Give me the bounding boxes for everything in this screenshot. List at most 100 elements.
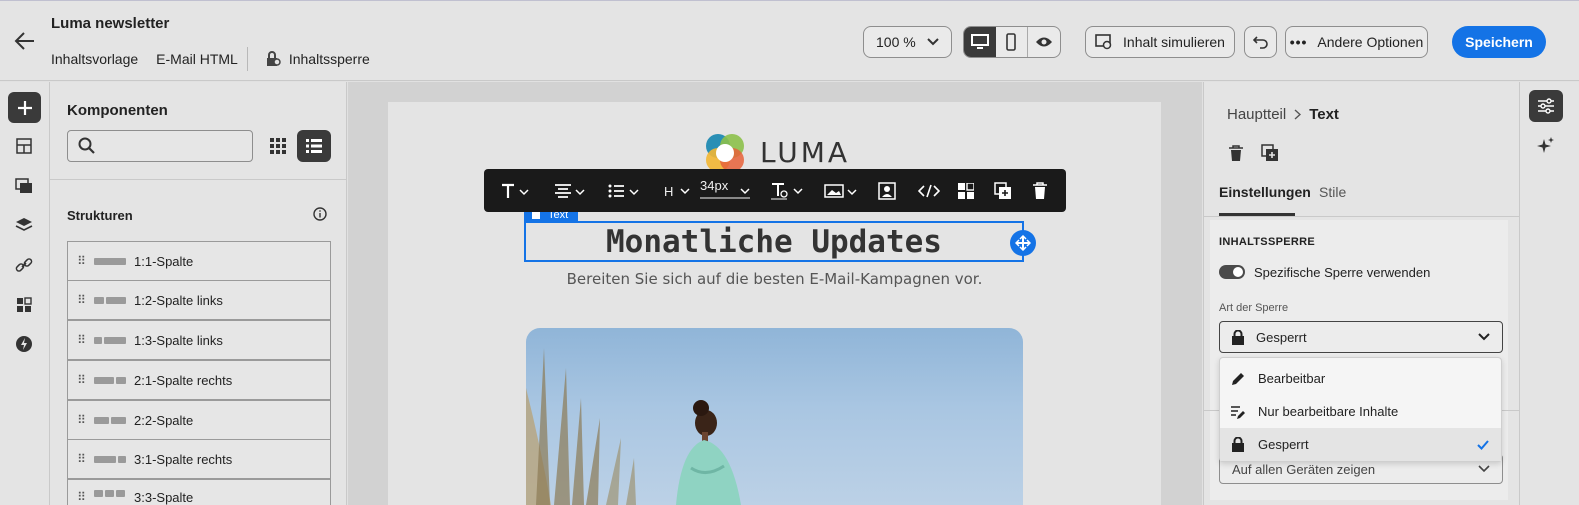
structure-label: 2:1-Spalte rechts [134, 372, 233, 388]
structure-item[interactable]: ⠿ 3:1-Spalte rechts [67, 439, 331, 479]
toggle-knob [1233, 267, 1243, 277]
duplicate-icon[interactable] [994, 179, 1012, 203]
top-header: Luma newsletter Inhaltsvorlage E-Mail HT… [0, 0, 1579, 81]
structures-title: Strukturen [67, 208, 133, 223]
simulate-icon [1095, 34, 1113, 50]
mobile-icon[interactable] [996, 27, 1028, 57]
breadcrumb-email-html[interactable]: E-Mail HTML [156, 51, 238, 67]
selected-text-block[interactable]: Monatliche Updates [524, 221, 1024, 262]
structure-item[interactable]: ⠿ 1:2-Spalte links [67, 280, 331, 320]
duplicate-icon[interactable] [1261, 144, 1279, 162]
add-icon[interactable] [8, 92, 41, 123]
structure-item[interactable]: ⠿ 2:1-Spalte rechts [67, 360, 331, 400]
components-title: Komponenten [67, 102, 168, 119]
email-heading[interactable]: Monatliche Updates [606, 224, 942, 260]
properties-sliders-icon[interactable] [1529, 90, 1563, 122]
undo-icon [1252, 35, 1269, 49]
lock-icon [265, 51, 281, 67]
personalization-icon[interactable] [878, 179, 896, 203]
lock-type-select[interactable]: Gesperrt [1219, 321, 1503, 353]
text-tag-icon [532, 211, 540, 219]
tab-settings[interactable]: Einstellungen [1219, 184, 1311, 200]
divider [50, 179, 347, 180]
simulate-label: Inhalt simulieren [1123, 34, 1225, 50]
text-style-icon[interactable] [500, 179, 530, 203]
zoom-select[interactable]: 100 % [863, 26, 952, 58]
right-rail [1519, 82, 1579, 505]
info-icon[interactable] [313, 207, 327, 221]
more-dots-icon: ••• [1289, 34, 1308, 50]
breadcrumb-template[interactable]: Inhaltsvorlage [51, 51, 138, 67]
drag-handle-icon: ⠿ [77, 333, 86, 347]
heading-label: H [664, 183, 674, 199]
structure-item[interactable]: ⠿ 1:3-Spalte links [67, 320, 331, 360]
code-icon[interactable] [918, 179, 940, 203]
bolt-icon[interactable] [12, 332, 36, 356]
device-toggle-group [963, 26, 1061, 58]
drag-handle-icon: ⠿ [77, 254, 86, 268]
structure-item[interactable]: ⠿ 2:2-Spalte [67, 400, 331, 440]
structure-thumb [94, 376, 134, 384]
heading-dropdown[interactable]: H [664, 179, 690, 203]
tab-styles[interactable]: Stile [1319, 184, 1346, 200]
undo-button[interactable] [1244, 26, 1277, 58]
menu-item-locked[interactable]: Gesperrt [1220, 428, 1501, 461]
image-icon[interactable] [824, 179, 858, 203]
content-lock-label[interactable]: Inhaltssperre [289, 51, 370, 67]
chevron-down-icon[interactable] [740, 179, 750, 203]
drag-handle-icon: ⠿ [77, 452, 86, 466]
layers-icon[interactable] [12, 213, 36, 237]
move-handle-icon[interactable] [1010, 230, 1036, 256]
simulate-content-button[interactable]: Inhalt simulieren [1085, 26, 1235, 58]
structure-thumb [94, 336, 134, 344]
section-title: INHALTSSPERRE [1219, 236, 1315, 248]
structure-thumb [94, 416, 134, 424]
search-input[interactable] [67, 130, 253, 162]
structure-thumb [94, 296, 134, 304]
email-subheading[interactable]: Bereiten Sie sich auf die besten E-Mail-… [388, 270, 1161, 288]
chevron-down-icon [1478, 333, 1490, 341]
zoom-value: 100 % [876, 34, 916, 50]
list-icon[interactable] [608, 179, 640, 203]
panel-breadcrumb: Hauptteil Text [1227, 106, 1339, 123]
more-options-button[interactable]: ••• Andere Optionen [1285, 26, 1428, 58]
structure-item[interactable]: ⠿ 3:3-Spalte [67, 479, 331, 505]
menu-item-label: Gesperrt [1258, 437, 1309, 452]
structure-label: 3:1-Spalte rechts [134, 451, 233, 467]
fragments-icon[interactable] [12, 293, 36, 317]
list-view-icon[interactable] [297, 130, 331, 162]
grid-view-icon[interactable] [270, 138, 286, 154]
chevron-down-icon [927, 38, 939, 46]
back-arrow-icon[interactable] [14, 31, 36, 51]
hero-image[interactable] [526, 328, 1023, 505]
lock-icon [1232, 329, 1244, 345]
structure-label: 2:2-Spalte [134, 412, 194, 428]
breadcrumb: Inhaltsvorlage E-Mail HTML Inhaltssperre [51, 47, 370, 71]
ai-sparkle-icon[interactable] [1537, 137, 1555, 155]
structure-label: 1:3-Spalte links [134, 332, 223, 348]
trash-icon[interactable] [1229, 145, 1243, 162]
chevron-right-icon [1294, 109, 1302, 120]
structure-item[interactable]: ⠿ 1:1-Spalte [67, 241, 331, 281]
delete-icon[interactable] [1032, 179, 1048, 203]
menu-item-editable[interactable]: Bearbeitbar [1220, 362, 1501, 395]
lock-icon [1232, 437, 1244, 452]
lock-toggle[interactable] [1219, 265, 1245, 279]
assets-icon[interactable] [12, 174, 36, 198]
breadcrumb-parent[interactable]: Hauptteil [1227, 106, 1286, 123]
desktop-icon[interactable] [964, 27, 997, 57]
structure-icon[interactable] [12, 134, 36, 158]
menu-item-editable-content-only[interactable]: Nur bearbeitbare Inhalte [1220, 395, 1501, 428]
fragment-icon[interactable] [958, 179, 974, 203]
align-icon[interactable] [554, 179, 586, 203]
structure-thumb [94, 257, 134, 265]
more-options-label: Andere Optionen [1317, 34, 1424, 50]
structure-label: 1:1-Spalte [134, 253, 194, 269]
drag-handle-icon: ⠿ [77, 293, 86, 307]
preview-eye-icon[interactable] [1028, 27, 1060, 57]
structure-thumb [94, 490, 134, 497]
link-icon[interactable] [12, 253, 36, 277]
text-color-icon[interactable] [770, 179, 804, 203]
save-button[interactable]: Speichern [1452, 26, 1546, 58]
logo-text: LUMA [760, 136, 851, 169]
